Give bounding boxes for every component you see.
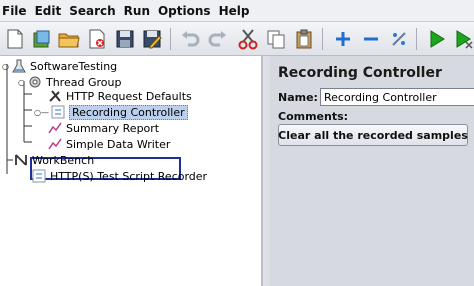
tree-node-label: HTTP Request Defaults (66, 89, 192, 103)
tree-node-workbench[interactable]: WorkBench (14, 152, 94, 168)
tree-node-test-plan[interactable]: ○ SoftwareTesting (2, 58, 117, 74)
expand-icon[interactable] (330, 26, 356, 52)
copy-icon[interactable] (263, 26, 289, 52)
split-pane-divider[interactable] (262, 56, 270, 286)
menu-search[interactable]: Search (67, 4, 121, 18)
undo-icon[interactable] (177, 26, 203, 52)
tree-connector-dot: ○— (34, 107, 49, 117)
name-label: Name: (278, 90, 318, 104)
tree-node-recording-controller[interactable]: ○— Recording Controller (34, 104, 188, 120)
tree-node-label: Recording Controller (68, 104, 188, 120)
start-no-pauses-icon[interactable] (451, 26, 474, 52)
menu-edit[interactable]: Edit (33, 4, 68, 18)
tree-node-summary-report[interactable]: Summary Report (48, 120, 159, 136)
tree-node-http-request-defaults[interactable]: HTTP Request Defaults (48, 88, 192, 104)
menu-bar: File Edit Search Run Options Help (0, 0, 474, 22)
test-plan-tree: ○ SoftwareTesting ○ Thread Group HTTP Re… (0, 56, 262, 286)
name-field[interactable] (320, 88, 474, 106)
close-icon[interactable] (84, 26, 110, 52)
paste-icon[interactable] (291, 26, 317, 52)
name-row: Name: (278, 88, 474, 106)
cut-icon[interactable] (235, 26, 261, 52)
tree-node-https-test-script-recorder[interactable]: HTTP(S) Test Script Recorder (32, 168, 207, 184)
toolbar (0, 22, 474, 56)
menu-options[interactable]: Options (156, 4, 217, 18)
toggle-icon[interactable] (386, 26, 412, 52)
save-as-icon[interactable] (139, 26, 165, 52)
menu-help[interactable]: Help (217, 4, 256, 18)
collapse-icon[interactable] (358, 26, 384, 52)
tree-expand-toggle[interactable]: ○ (2, 62, 9, 71)
menu-file[interactable]: File (0, 4, 33, 18)
tree-node-label: WorkBench (32, 153, 95, 167)
toolbar-separator (170, 28, 171, 50)
tree-node-label: Summary Report (66, 121, 160, 135)
tree-node-simple-data-writer[interactable]: Simple Data Writer (48, 136, 170, 152)
open-icon[interactable] (56, 26, 82, 52)
tree-node-label: SoftwareTesting (29, 59, 118, 73)
tree-node-label: Thread Group (45, 75, 122, 89)
workbench-icon (14, 153, 28, 167)
tree-expand-toggle[interactable]: ○ (18, 78, 25, 87)
test-plan-icon (12, 59, 26, 73)
start-icon[interactable] (424, 26, 450, 52)
controller-icon (32, 169, 46, 183)
listener-icon (48, 121, 62, 135)
toolbar-separator (416, 28, 417, 50)
new-icon[interactable] (2, 26, 28, 52)
comments-label: Comments: (278, 110, 349, 123)
templates-icon[interactable] (29, 26, 55, 52)
redo-icon[interactable] (205, 26, 231, 52)
controller-settings-panel: Recording Controller Name: Comments: Cle… (270, 56, 474, 286)
toolbar-separator (322, 28, 323, 50)
tree-node-label: HTTP(S) Test Script Recorder (50, 169, 208, 183)
thread-group-icon (28, 75, 42, 89)
tree-node-label: Simple Data Writer (66, 137, 171, 151)
page-title: Recording Controller (278, 65, 442, 81)
listener-icon (48, 137, 62, 151)
clear-recorded-samples-button[interactable]: Clear all the recorded samples (278, 124, 468, 146)
controller-icon (51, 105, 65, 119)
config-element-icon (48, 89, 62, 103)
save-icon[interactable] (112, 26, 138, 52)
menu-run[interactable]: Run (122, 4, 156, 18)
